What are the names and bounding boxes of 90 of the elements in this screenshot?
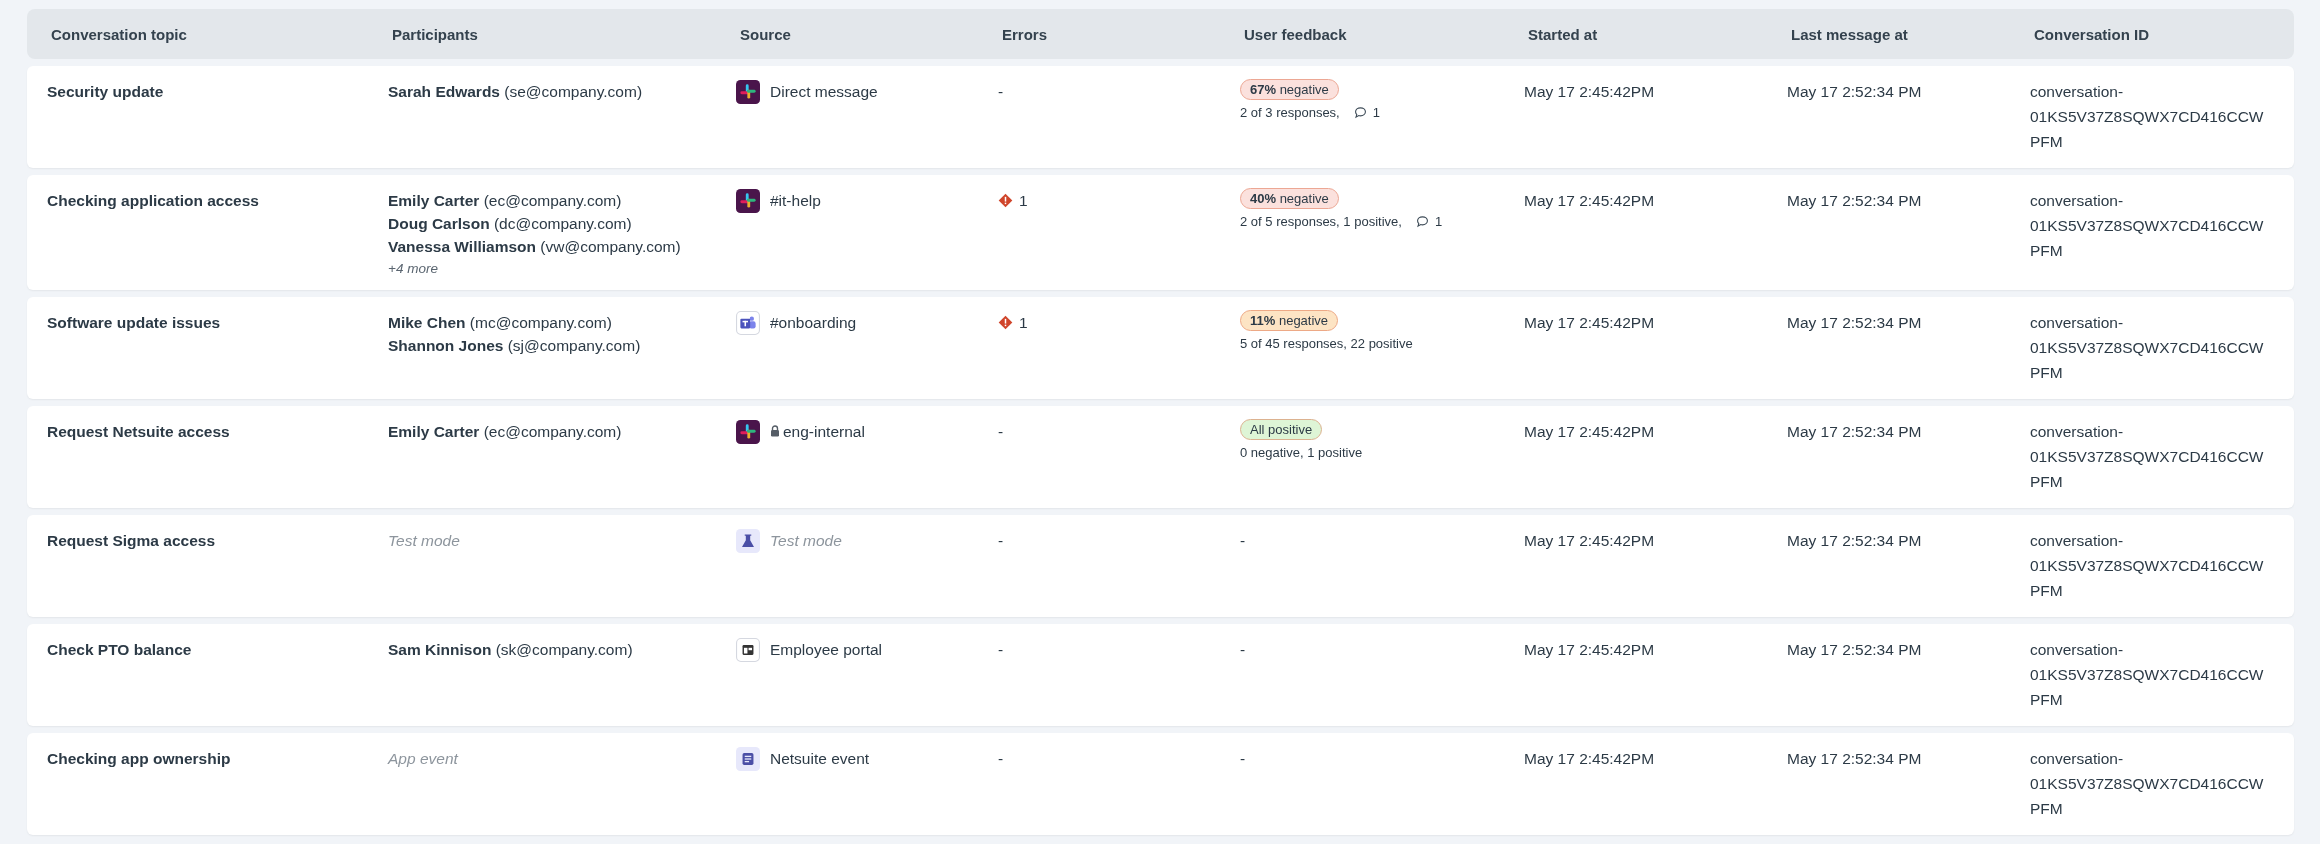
- feedback-badge: 40% negative: [1240, 188, 1339, 209]
- source-label: eng-internal: [783, 423, 865, 441]
- comment-count: 1: [1372, 105, 1380, 120]
- last-message-time: May 17 2:52:34 PM: [1787, 314, 1922, 331]
- participant: Mike Chen (mc@company.com): [388, 314, 612, 332]
- column-header[interactable]: Conversation ID: [2010, 25, 2294, 43]
- error-count: 1: [1019, 192, 1028, 210]
- start-time: May 17 2:45:42PM: [1524, 83, 1655, 100]
- conversation-topic: Request Sigma access: [47, 532, 215, 549]
- column-header[interactable]: User feedback: [1220, 25, 1504, 43]
- participant: Emily Carter (ec@company.com): [388, 423, 622, 441]
- feedback-summary: 2 of 3 responses,: [1240, 105, 1340, 120]
- column-header[interactable]: Last message at: [1767, 25, 2010, 43]
- source-label: Netsuite event: [770, 750, 870, 768]
- column-header[interactable]: Started at: [1504, 25, 1767, 43]
- start-time: May 17 2:45:42PM: [1524, 532, 1655, 549]
- conversation-topic: Security update: [47, 83, 164, 100]
- table-row[interactable]: Request Netsuite access Emily Carter (ec@company.com) eng-internal - All positive 0 negative, 1 positive May 17 2:45:42PM May 17 2:52:34 PM conversation-01KS5V37Z8SQWX7CD416CCWPFM: [27, 406, 2294, 508]
- comment-icon: [1353, 106, 1367, 119]
- start-time: May 17 2:45:42PM: [1524, 192, 1655, 209]
- conversation-topic: Software update issues: [47, 314, 221, 331]
- table-row[interactable]: [27, 175, 2294, 290]
- document-icon: [736, 747, 760, 771]
- conversation-id: conversation-01KS5V37Z8SQWX7CD416CCWPFM: [2030, 640, 2265, 710]
- conversation-id: conversation-01KS5V37Z8SQWX7CD416CCWPFM: [2030, 191, 2265, 261]
- feedback-badge: 11% negative: [1240, 310, 1339, 331]
- empty-value: -: [998, 641, 1004, 659]
- last-message-time: May 17 2:52:34 PM: [1787, 750, 1922, 767]
- participant: Vanessa Williamson (vw@company.com): [388, 238, 681, 256]
- last-message-time: May 17 2:52:34 PM: [1787, 423, 1922, 440]
- conversation-topic: Check PTO balance: [47, 641, 192, 658]
- empty-value: -: [998, 423, 1004, 441]
- participant: Shannon Jones (sj@company.com): [388, 337, 641, 355]
- feedback-summary: 2 of 5 responses, 1 positive,: [1240, 214, 1402, 229]
- conversation-id: conversation-01KS5V37Z8SQWX7CD416CCWPFM: [2030, 749, 2265, 819]
- column-header[interactable]: Source: [716, 25, 978, 43]
- last-message-time: May 17 2:52:34 PM: [1787, 532, 1922, 549]
- column-header[interactable]: Errors: [978, 25, 1220, 43]
- slack-icon: [736, 420, 760, 444]
- slack-icon: [736, 80, 760, 104]
- start-time: May 17 2:45:42PM: [1524, 314, 1655, 331]
- empty-value: -: [998, 750, 1004, 768]
- column-header[interactable]: Participants: [368, 25, 716, 43]
- source-label: Test mode: [770, 532, 842, 550]
- conversation-topic: Checking application access: [47, 192, 259, 209]
- error-count: 1: [1019, 314, 1028, 332]
- table-row[interactable]: Request Sigma access Test mode Test mode - - May 17 2:45:42PM May 17 2:52:34 PM conversation-01KS5V37Z8SQWX7CD416CCWPFM: [27, 515, 2294, 617]
- conversation-id: conversation-01KS5V37Z8SQWX7CD416CCWPFM: [2030, 531, 2265, 601]
- start-time: May 17 2:45:42PM: [1524, 423, 1655, 440]
- last-message-time: May 17 2:52:34 PM: [1787, 641, 1922, 658]
- conversation-id: conversation-01KS5V37Z8SQWX7CD416CCWPFM: [2030, 422, 2265, 492]
- empty-value: -: [1240, 750, 1246, 768]
- participant: Sam Kinnison (sk@company.com): [388, 641, 633, 659]
- feedback-summary: 0 negative, 1 positive: [1240, 445, 1363, 460]
- empty-value: -: [998, 83, 1004, 101]
- last-message-time: May 17 2:52:34 PM: [1787, 192, 1922, 209]
- empty-value: -: [1240, 641, 1246, 659]
- source-label: #onboarding: [770, 314, 857, 332]
- table-row[interactable]: Security update Sarah Edwards (se@company.com) Direct message - 67% negative 2 of 3 responses, 1 May 17 2:45:42PM May 17 2:52:34 PM conversation-01KS5V37Z8SQWX7CD416CCWPFM: [27, 66, 2294, 168]
- participant-note: Test mode: [388, 532, 460, 550]
- conversation-id: conversation-01KS5V37Z8SQWX7CD416CCWPFM: [2030, 313, 2265, 383]
- table-row[interactable]: Checking app ownership App event Netsuite event - - May 17 2:45:42PM May 17 2:52:34 PM conversation-01KS5V37Z8SQWX7CD416CCWPFM: [27, 733, 2294, 835]
- empty-value: -: [998, 532, 1004, 550]
- source-label: Employee portal: [770, 641, 882, 659]
- more-participants[interactable]: +4 more: [388, 261, 438, 276]
- column-header[interactable]: Conversation topic: [27, 25, 368, 43]
- feedback-badge: All positive: [1240, 419, 1323, 440]
- table-row[interactable]: Check PTO balance Sam Kinnison (sk@company.com) Employee portal - - May 17 2:45:42PM May 17 2:52:34 PM conversation-01KS5V37Z8SQWX7CD416CCWPFM: [27, 624, 2294, 726]
- source-label: #it-help: [770, 192, 821, 210]
- comment-count: 1: [1434, 214, 1443, 229]
- table-row[interactable]: [27, 297, 2294, 399]
- flask-icon: [736, 529, 760, 553]
- conversation-id: conversation-01KS5V37Z8SQWX7CD416CCWPFM: [2030, 82, 2265, 152]
- empty-value: -: [1240, 532, 1246, 550]
- last-message-time: May 17 2:52:34 PM: [1787, 83, 1922, 100]
- source-label: Direct message: [770, 83, 878, 101]
- comment-icon: [1415, 215, 1429, 228]
- start-time: May 17 2:45:42PM: [1524, 750, 1655, 767]
- conversation-topic: Checking app ownership: [47, 750, 231, 767]
- portal-icon: [736, 638, 760, 662]
- slack-icon: [736, 189, 760, 213]
- feedback-badge: 67% negative: [1240, 79, 1339, 100]
- feedback-summary: 5 of 45 responses, 22 positive: [1240, 336, 1413, 351]
- participant-note: App event: [388, 750, 458, 768]
- start-time: May 17 2:45:42PM: [1524, 641, 1655, 658]
- participant: Sarah Edwards (se@company.com): [388, 83, 643, 101]
- participant: Doug Carlson (dc@company.com): [388, 215, 632, 233]
- conversation-topic: Request Netsuite access: [47, 423, 230, 440]
- participant: Emily Carter (ec@company.com): [388, 192, 622, 210]
- teams-icon: [736, 311, 760, 335]
